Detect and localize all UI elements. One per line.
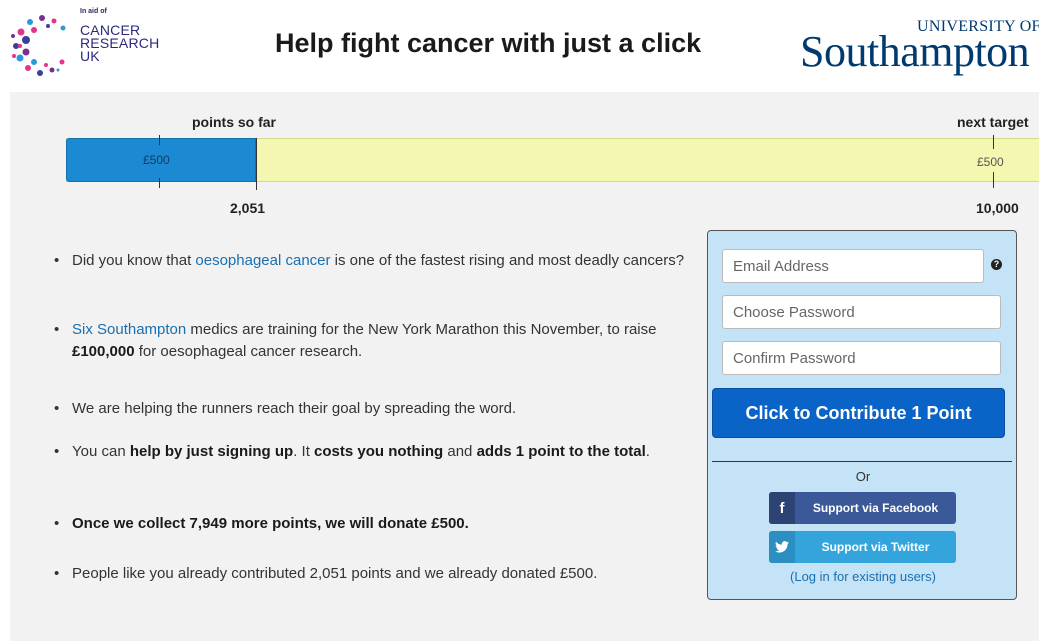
bullet-4-bold-1: help by just signing up <box>129 443 294 460</box>
target-points-value: 10,000 <box>976 200 1019 216</box>
bullet-3-text: We are helping the runners reach their g… <box>72 400 517 417</box>
bullet-marathon: Six Southampton medics are training for … <box>52 319 692 363</box>
bullet-spreading-word: We are helping the runners reach their g… <box>52 398 692 420</box>
contribute-button[interactable]: Click to Contribute 1 Point <box>712 388 1005 438</box>
points-so-far-label: points so far <box>192 114 277 130</box>
target-tick-top <box>993 135 994 149</box>
donated-tick-top <box>159 135 160 145</box>
bullet-contributions: People like you already contributed 2,05… <box>52 563 692 585</box>
cr-in-aid-label: In aid of <box>80 8 107 15</box>
southampton-wordmark: Southampton <box>800 27 1030 76</box>
cancer-research-logo-icon <box>11 15 66 76</box>
bullet-2-amount: £100,000 <box>72 343 135 360</box>
bullet-4-post: . <box>645 443 650 460</box>
bullet-2-mid: medics are training for the New York Mar… <box>186 321 657 338</box>
choose-password-field[interactable] <box>722 295 1001 329</box>
next-target-label: next target <box>957 114 1029 130</box>
existing-users-login-link[interactable]: (Log in for existing users) <box>708 569 1018 584</box>
email-field[interactable] <box>722 249 984 283</box>
facebook-icon: f <box>769 492 795 524</box>
support-facebook-button[interactable]: f Support via Facebook <box>769 492 956 524</box>
donated-tick-label: £500 <box>143 153 170 167</box>
six-southampton-link[interactable]: Six Southampton <box>72 321 186 338</box>
current-points-value: 2,051 <box>230 200 266 216</box>
current-points-marker <box>256 138 257 190</box>
confirm-password-field[interactable] <box>722 341 1001 375</box>
target-tick-label: £500 <box>977 155 1004 169</box>
support-twitter-label: Support via Twitter <box>821 540 930 554</box>
support-twitter-button[interactable]: Support via Twitter <box>769 531 956 563</box>
university-logo: UNIVERSITY OF Southampton <box>800 14 1039 84</box>
bullet-1-post: is one of the fastest rising and most de… <box>330 252 685 269</box>
bullet-oesophageal-fact: Did you know that oesophageal cancer is … <box>52 250 692 272</box>
bullet-4-bold-3: adds 1 point to the total <box>476 443 646 460</box>
cr-line-3: UK <box>80 48 100 64</box>
cancer-research-uk-logo: In aid of CANCER RESEARCH UK <box>8 6 178 86</box>
bullet-4-mid-2: and <box>443 443 477 460</box>
bullet-sign-up: You can help by just signing up. It cost… <box>52 441 692 463</box>
oesophageal-cancer-link[interactable]: oesophageal cancer <box>195 252 330 269</box>
bullet-6-text: People like you already contributed 2,05… <box>72 565 598 582</box>
bullet-2-post: for oesophageal cancer research. <box>134 343 363 360</box>
bullet-donate-goal: Once we collect 7,949 more points, we wi… <box>52 513 692 535</box>
support-facebook-label: Support via Facebook <box>812 501 939 515</box>
signup-divider <box>712 461 1012 462</box>
donated-tick-bottom <box>159 178 160 188</box>
or-label: Or <box>855 469 871 484</box>
page-headline: Help fight cancer with just a click <box>275 28 702 58</box>
twitter-icon <box>769 531 795 563</box>
target-tick-bottom <box>993 172 994 188</box>
bullet-4-mid-1: . It <box>293 443 315 460</box>
bullet-4-bold-2: costs you nothing <box>314 443 444 460</box>
bullet-4-pre: You can <box>72 443 130 460</box>
signup-box: ? Click to Contribute 1 Point Or f Suppo… <box>707 230 1017 600</box>
cr-wordmark: CANCER RESEARCH UK <box>80 23 159 64</box>
bullet-1-pre: Did you know that <box>72 252 196 269</box>
bullet-5-text: Once we collect 7,949 more points, we wi… <box>72 515 469 532</box>
help-icon[interactable]: ? <box>991 259 1002 270</box>
